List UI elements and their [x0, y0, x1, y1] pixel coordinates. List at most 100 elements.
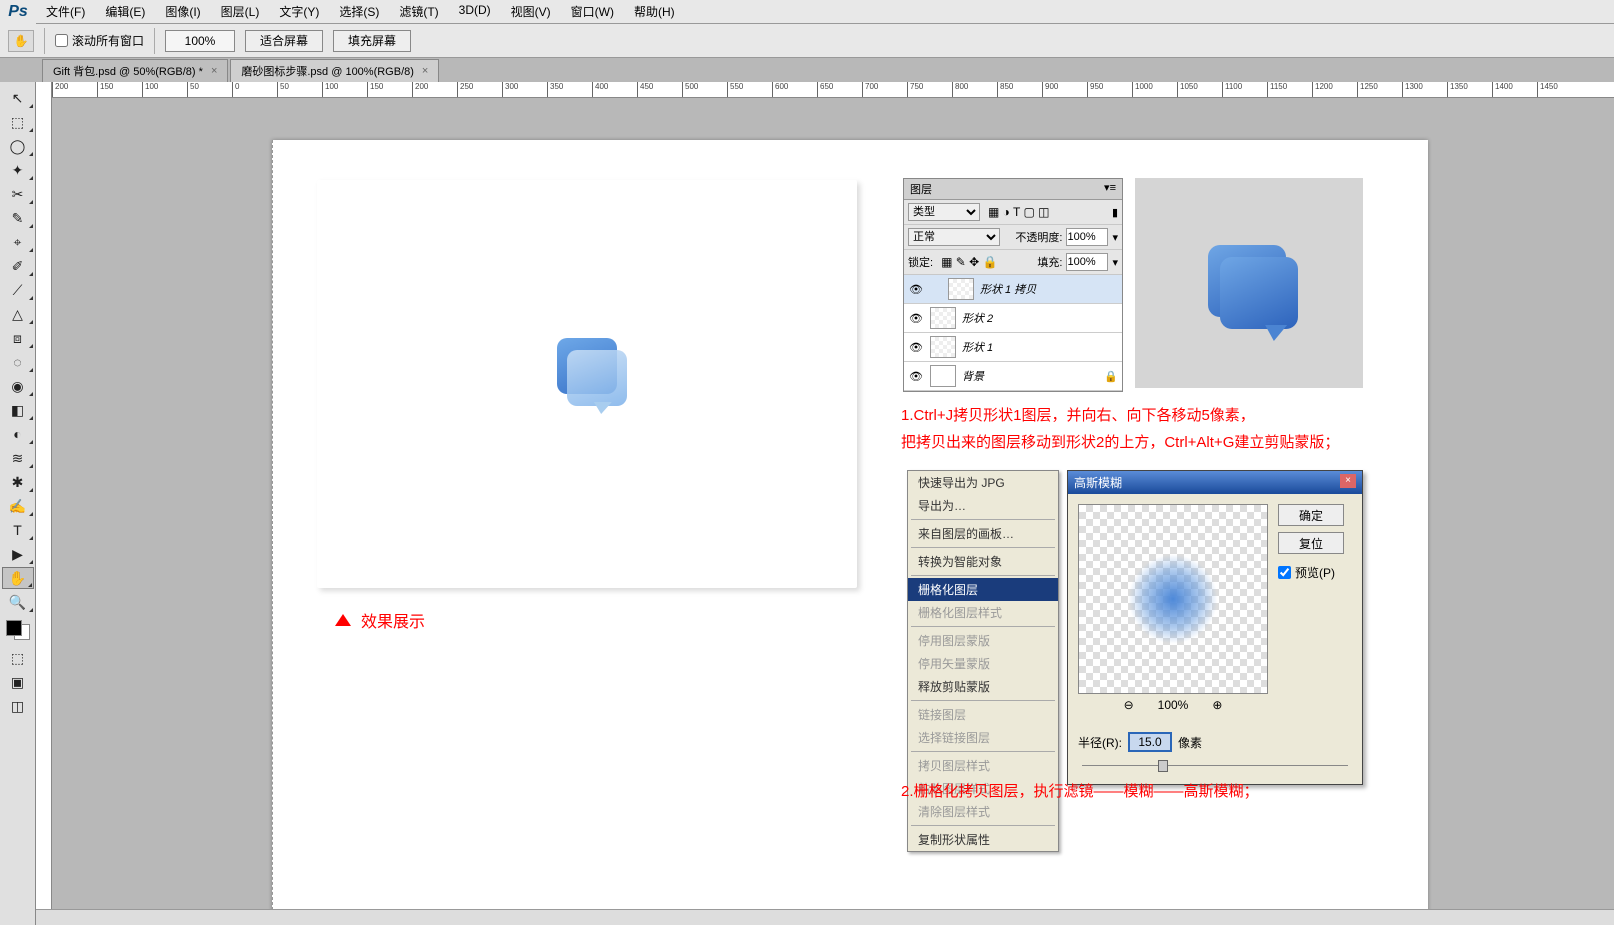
menu-item[interactable]: 图像(I) [155, 0, 210, 24]
layer-row[interactable]: 👁形状 1 拷贝 [904, 275, 1122, 304]
tool-button[interactable]: T [2, 519, 34, 541]
tool-button[interactable]: ✋ [2, 567, 34, 589]
tool-button[interactable]: ✎ [2, 207, 34, 229]
tool-button[interactable]: ◧ [2, 399, 34, 421]
hand-tool-icon[interactable]: ✋ [8, 30, 34, 52]
tool-button[interactable]: ✍ [2, 495, 34, 517]
tool-button[interactable]: ▶ [2, 543, 34, 565]
tool-button[interactable]: ◯ [2, 135, 34, 157]
tools-panel: ↖⬚◯✦✂✎⌖✐⟋△⧈◌◉◧◐≋✱✍T▶✋🔍⬚▣◫ [0, 82, 36, 925]
layer-row[interactable]: 👁形状 1 [904, 333, 1122, 362]
ruler-tick: 800 [952, 82, 997, 97]
tool-button[interactable]: ≋ [2, 447, 34, 469]
menu-item[interactable]: 滤镜(T) [389, 0, 448, 24]
ruler-tick: 900 [1042, 82, 1087, 97]
close-icon[interactable]: × [1340, 474, 1356, 488]
visibility-icon[interactable]: 👁 [908, 370, 924, 383]
lock-icons[interactable]: ▦ ✎ ✥ 🔒 [937, 255, 1001, 269]
preview-checkbox[interactable]: 预览(P) [1278, 564, 1344, 581]
fit-screen-button[interactable]: 适合屏幕 [245, 30, 323, 52]
context-menu-item[interactable]: 导出为… [908, 494, 1058, 517]
layer-filter-select[interactable]: 类型 [908, 203, 980, 221]
menu-item[interactable]: 视图(V) [501, 0, 561, 24]
scroll-all-checkbox[interactable]: 滚动所有窗口 [55, 32, 144, 49]
tool-button[interactable]: ✱ [2, 471, 34, 493]
panel-menu-icon[interactable]: ▾≡ [1104, 181, 1116, 197]
mode-button[interactable]: ▣ [2, 671, 34, 693]
context-menu-item[interactable]: 复制形状属性 [908, 828, 1058, 851]
document-canvas[interactable]: 效果展示 图层 ▾≡ 类型 ▦ ◑ T ▢ ◫ ▮ 正常 不透明度: ▾ [272, 140, 1428, 920]
color-swatches[interactable] [4, 618, 32, 642]
document-tab[interactable]: Gift 背包.psd @ 50%(RGB/8) * × [42, 59, 228, 82]
tool-button[interactable]: 🔍 [2, 591, 34, 613]
scrollbar-horizontal[interactable] [36, 909, 1614, 925]
tool-button[interactable]: ↖ [2, 87, 34, 109]
tool-button[interactable]: ◐ [2, 423, 34, 445]
menu-item[interactable]: 文件(F) [36, 0, 95, 24]
tool-button[interactable]: ◉ [2, 375, 34, 397]
visibility-icon[interactable]: 👁 [908, 341, 924, 354]
tool-button[interactable]: ⌖ [2, 231, 34, 253]
filter-toggle-icon[interactable]: ▮ [1112, 206, 1118, 219]
result-preview-box [317, 180, 857, 588]
menu-item[interactable]: 窗口(W) [561, 0, 624, 24]
menu-item[interactable]: 3D(D) [449, 0, 501, 24]
close-icon[interactable]: × [422, 65, 428, 77]
context-menu-item[interactable]: 来自图层的画板… [908, 522, 1058, 545]
tool-button[interactable]: ⟋ [2, 279, 34, 301]
visibility-icon[interactable]: 👁 [908, 283, 924, 296]
ruler-tick: 700 [862, 82, 907, 97]
tool-button[interactable]: ⬚ [2, 111, 34, 133]
ruler-tick: 150 [367, 82, 412, 97]
zoom-in-icon[interactable]: ⊕ [1212, 698, 1222, 712]
fill-screen-button[interactable]: 填充屏幕 [333, 30, 411, 52]
separator [911, 700, 1055, 701]
menu-item[interactable]: 图层(L) [211, 0, 270, 24]
fill-field[interactable] [1066, 253, 1108, 271]
menu-item[interactable]: 帮助(H) [624, 0, 685, 24]
close-icon[interactable]: × [211, 65, 217, 77]
chevron-down-icon[interactable]: ▾ [1112, 231, 1118, 244]
reset-button[interactable]: 复位 [1278, 532, 1344, 554]
tool-button[interactable]: ⧈ [2, 327, 34, 349]
blend-mode-select[interactable]: 正常 [908, 228, 1000, 246]
ok-button[interactable]: 确定 [1278, 504, 1344, 526]
dialog-title-bar[interactable]: 高斯模糊 × [1068, 471, 1362, 494]
radius-input[interactable] [1128, 732, 1172, 752]
zoom-out-icon[interactable]: ⊖ [1124, 698, 1134, 712]
tool-button[interactable]: ✐ [2, 255, 34, 277]
blur-preview[interactable] [1078, 504, 1268, 694]
mode-button[interactable]: ◫ [2, 695, 34, 717]
context-menu-item[interactable]: 栅格化图层 [908, 578, 1058, 601]
document-tab[interactable]: 磨砂图标步骤.psd @ 100%(RGB/8) × [230, 59, 439, 82]
radius-slider[interactable] [1082, 758, 1348, 774]
filter-icons[interactable]: ▦ ◑ T ▢ ◫ [984, 205, 1054, 219]
tool-button[interactable]: △ [2, 303, 34, 325]
tool-button[interactable]: ✂ [2, 183, 34, 205]
slider-thumb[interactable] [1158, 760, 1168, 772]
context-menu-item[interactable]: 快速导出为 JPG [908, 471, 1058, 494]
ruler-tick: 650 [817, 82, 862, 97]
mode-button[interactable]: ⬚ [2, 647, 34, 669]
canvas-area[interactable]: 2001501005005010015020025030035040045050… [36, 82, 1614, 925]
app-logo: Ps [0, 0, 36, 24]
context-menu-item: 停用图层蒙版 [908, 629, 1058, 652]
context-menu-item: 链接图层 [908, 703, 1058, 726]
layer-row[interactable]: 👁形状 2 [904, 304, 1122, 333]
context-menu-item[interactable]: 转换为智能对象 [908, 550, 1058, 573]
menu-item[interactable]: 编辑(E) [95, 0, 155, 24]
radius-label: 半径(R): [1078, 734, 1122, 751]
menu-item[interactable]: 文字(Y) [269, 0, 329, 24]
context-menu-item[interactable]: 释放剪贴蒙版 [908, 675, 1058, 698]
tool-button[interactable]: ◌ [2, 351, 34, 373]
chevron-down-icon[interactable]: ▾ [1112, 256, 1118, 269]
opacity-field[interactable] [1066, 228, 1108, 246]
preview-label-text: 效果展示 [361, 608, 425, 632]
radius-unit: 像素 [1178, 734, 1202, 751]
tool-button[interactable]: ✦ [2, 159, 34, 181]
fill-label: 填充: [1037, 254, 1062, 270]
visibility-icon[interactable]: 👁 [908, 312, 924, 325]
layer-row[interactable]: 👁背景🔒 [904, 362, 1122, 391]
menu-item[interactable]: 选择(S) [329, 0, 389, 24]
zoom-field[interactable] [165, 30, 235, 52]
